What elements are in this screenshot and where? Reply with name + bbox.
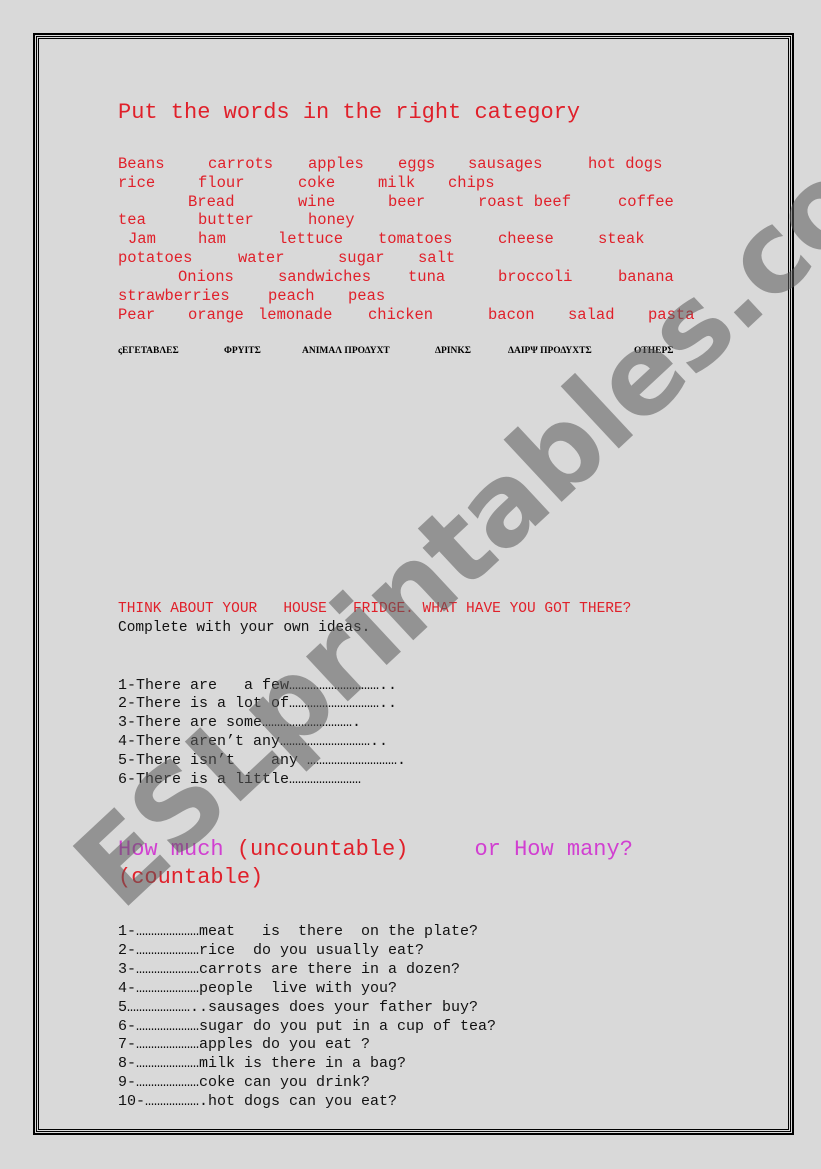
word: carrots: [208, 155, 274, 173]
question-item: 4-…………………people live with you?: [118, 980, 398, 997]
word: salad: [568, 306, 615, 324]
word: ham: [198, 230, 226, 248]
how-many-label: or How many?: [408, 837, 633, 862]
word: apples: [308, 155, 364, 173]
word: strawberries: [118, 287, 230, 305]
list-item: 6-There is a little……………………: [118, 771, 362, 788]
category-dairy-products: ΔΑΙΡΨ ΠΡΟΔΥΧΤΣ: [508, 346, 592, 356]
uncountable-label: (uncountable): [223, 837, 409, 862]
word: sugar: [338, 249, 385, 267]
category-others: ΟΤΗΕΡΣ: [634, 346, 674, 356]
word: Bread: [188, 193, 235, 211]
word: honey: [308, 211, 355, 229]
word: water: [238, 249, 285, 267]
word: tuna: [408, 268, 446, 286]
section1-title: Put the words in the right category: [118, 100, 581, 125]
how-much-label: How much: [118, 837, 224, 862]
question-item: 5…………………..sausages does your father buy?: [118, 999, 479, 1016]
category-animal-products: ΑΝΙΜΑΛ ΠΡΟΔΥΧΤ: [302, 346, 390, 356]
word: potatoes: [118, 249, 193, 267]
word: butter: [198, 211, 254, 229]
word: wine: [298, 193, 336, 211]
word: coffee: [618, 193, 674, 211]
word: Beans: [118, 155, 165, 173]
word: peas: [348, 287, 386, 305]
word: roast beef: [478, 193, 572, 211]
word: bacon: [488, 306, 535, 324]
list-item: 5-There isn’t any ………………………….: [118, 752, 407, 769]
word: milk: [378, 174, 416, 192]
section2-heading: THINK ABOUT YOUR HOUSE FRIDGE. WHAT HAVE…: [118, 601, 632, 617]
word: lemonade: [258, 306, 333, 324]
word: rice: [118, 174, 156, 192]
word: chips: [448, 174, 495, 192]
word: hot dogs: [588, 155, 663, 173]
list-item: 4-There aren’t any…………………………..: [118, 733, 389, 750]
question-item: 8-…………………milk is there in a bag?: [118, 1055, 407, 1072]
question-item: 10-……………….hot dogs can you eat?: [118, 1093, 398, 1110]
word: Onions: [178, 268, 234, 286]
category-vegetables: ςΕΓΕΤΑΒΛΕΣ: [118, 346, 179, 356]
question-item: 9-…………………coke can you drink?: [118, 1074, 371, 1091]
word: sandwiches: [278, 268, 372, 286]
word: flour: [198, 174, 245, 192]
word: tomatoes: [378, 230, 453, 248]
word: Jam: [128, 230, 156, 248]
category-fruits: ΦΡΥΙΤΣ: [224, 346, 261, 356]
list-item: 3-There are some………………………….: [118, 714, 362, 731]
question-item: 2-…………………rice do you usually eat?: [118, 942, 425, 959]
list-item: 1-There are a few…………………………..: [118, 677, 398, 694]
word: pasta: [648, 306, 695, 324]
word: Pear: [118, 306, 156, 324]
word: beer: [388, 193, 426, 211]
word: lettuce: [278, 230, 344, 248]
word: tea: [118, 211, 146, 229]
word: eggs: [398, 155, 436, 173]
category-drinks: ΔΡΙΝΚΣ: [435, 346, 471, 356]
word: orange: [188, 306, 244, 324]
word: sausages: [468, 155, 543, 173]
word: cheese: [498, 230, 554, 248]
list-item: 2-There is a lot of…………………………..: [118, 695, 398, 712]
question-item: 7-…………………apples do you eat ?: [118, 1036, 371, 1053]
word: salt: [418, 249, 456, 267]
section3-heading: How much (uncountable) or How many? (cou…: [118, 836, 633, 892]
word: broccoli: [498, 268, 573, 286]
countable-label: (countable): [118, 865, 264, 890]
word: chicken: [368, 306, 434, 324]
word: peach: [268, 287, 315, 305]
section2-instruction: Complete with your own ideas.: [118, 620, 371, 636]
question-item: 1-…………………meat is there on the plate?: [118, 923, 479, 940]
question-item: 6-…………………sugar do you put in a cup of te…: [118, 1018, 497, 1035]
word: steak: [598, 230, 645, 248]
word: coke: [298, 174, 336, 192]
word: banana: [618, 268, 674, 286]
question-item: 3-…………………carrots are there in a dozen?: [118, 961, 461, 978]
